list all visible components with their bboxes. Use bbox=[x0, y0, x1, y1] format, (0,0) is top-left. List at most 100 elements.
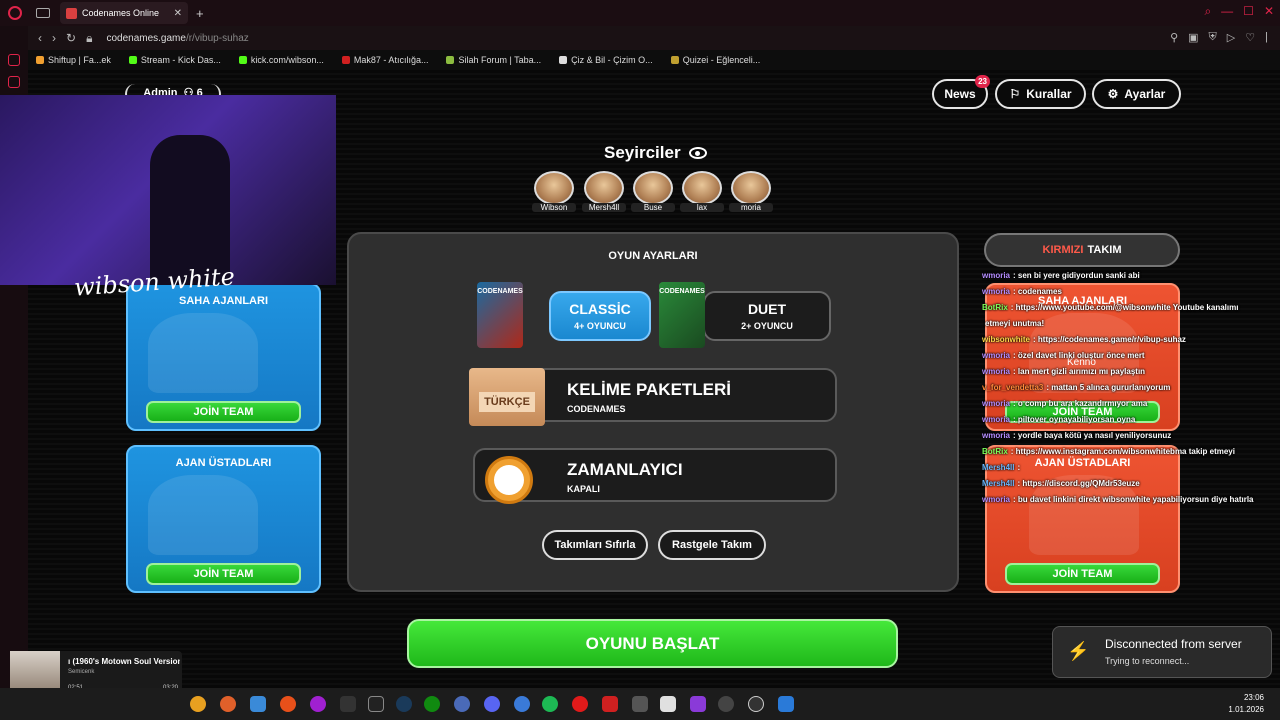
popcorn-icon[interactable] bbox=[660, 696, 676, 712]
spectator-avatar: Mersh4ll bbox=[582, 171, 626, 212]
settings-title: OYUN AYARLARI bbox=[608, 250, 698, 262]
bookmark-favicon-icon bbox=[128, 56, 137, 64]
minimize-icon[interactable]: — bbox=[1221, 4, 1233, 19]
red-team-title: KIRMIZI TAKIM bbox=[984, 233, 1180, 267]
url-field[interactable]: codenames.game/r/vibup-suhaz bbox=[106, 33, 248, 44]
window-icon[interactable] bbox=[250, 696, 266, 712]
maximize-icon[interactable]: ☐ bbox=[1243, 4, 1254, 19]
play-icon[interactable]: ▷ bbox=[1227, 31, 1235, 44]
pin-icon[interactable]: ⚲ bbox=[1170, 31, 1178, 44]
firefox-icon[interactable] bbox=[220, 696, 236, 712]
bookmark-label: Quizei - Eğlenceli... bbox=[682, 55, 761, 65]
close-window-icon[interactable]: ✕ bbox=[1264, 4, 1274, 19]
shield-icon[interactable]: ⛨ bbox=[1209, 31, 1217, 44]
browser-tab[interactable]: Codenames Online ✕ bbox=[60, 2, 188, 24]
reset-teams-button[interactable]: Takımları Sıfırla bbox=[542, 530, 648, 560]
discord-icon[interactable] bbox=[484, 696, 500, 712]
tab-manager-icon[interactable] bbox=[36, 8, 50, 18]
chat-user: wmoria bbox=[982, 271, 1011, 280]
bookmark-item[interactable]: Shiftup | Fa...ek bbox=[36, 55, 111, 65]
agent-illustration bbox=[148, 475, 258, 555]
back-icon[interactable]: ‹ bbox=[38, 31, 42, 45]
opera-gx-icon[interactable] bbox=[310, 696, 326, 712]
bookmark-item[interactable]: Quizei - Eğlenceli... bbox=[670, 55, 761, 65]
netflix-icon[interactable] bbox=[602, 696, 618, 712]
bookmark-item[interactable]: Silah Forum | Taba... bbox=[446, 55, 541, 65]
camera-icon[interactable]: ▣ bbox=[1188, 31, 1198, 44]
gear-icon: ⚙ bbox=[1107, 87, 1119, 101]
spectator-avatar: Buse bbox=[631, 171, 675, 212]
random-teams-button[interactable]: Rastgele Takım bbox=[658, 530, 766, 560]
chat-message: wmoria: bu davet linkini direkt wibsonwh… bbox=[982, 492, 1280, 508]
avatar bbox=[633, 171, 673, 205]
chat-message: etmeyi unutma! bbox=[982, 316, 1280, 332]
chat-user: v_for_vendetta3 bbox=[982, 383, 1044, 392]
heart-icon[interactable]: ♡ bbox=[1245, 31, 1255, 44]
chat-text: : bbox=[1017, 463, 1021, 472]
start-game-button[interactable]: OYUNU BAŞLAT bbox=[407, 619, 898, 668]
new-tab-icon[interactable]: + bbox=[196, 6, 204, 21]
stream-chat-overlay: wmoria: sen bi yere gidiyordun sanki abi… bbox=[982, 268, 1280, 508]
bookmark-icon: ⚐ bbox=[1009, 87, 1021, 101]
chat-text: : https://www.youtube.com/@wibsonwhite Y… bbox=[1010, 303, 1239, 312]
settings-button[interactable]: ⚙ Ayarlar bbox=[1092, 79, 1181, 109]
bookmark-favicon-icon bbox=[36, 56, 44, 64]
clock-time: 23:06 bbox=[1243, 693, 1264, 702]
xbox-icon[interactable] bbox=[424, 696, 440, 712]
url-host: codenames.game bbox=[106, 32, 186, 44]
avatar bbox=[731, 171, 771, 205]
bookmark-label: Shiftup | Fa...ek bbox=[48, 55, 111, 65]
close-tab-icon[interactable]: ✕ bbox=[174, 8, 182, 19]
chat-text: : https://discord.gg/QMdr53euze bbox=[1017, 479, 1140, 488]
duet-mode-button[interactable]: DUET 2+ OYUNCU bbox=[703, 291, 831, 341]
word-packs-title: KELİME PAKETLERİ bbox=[567, 380, 732, 399]
bookmarks-bar: Shiftup | Fa...ek Stream - Kick Das... k… bbox=[28, 50, 1280, 70]
reload-icon[interactable]: ↻ bbox=[66, 31, 76, 45]
rules-button[interactable]: ⚐ Kurallar bbox=[995, 79, 1086, 109]
browser-tab-bar: Codenames Online ✕ + ⌕ — ☐ ✕ bbox=[0, 0, 1280, 26]
steam-icon[interactable] bbox=[396, 696, 412, 712]
app-icon[interactable] bbox=[778, 696, 794, 712]
app-icon[interactable] bbox=[718, 696, 734, 712]
app-icon[interactable] bbox=[690, 696, 706, 712]
app-icon[interactable] bbox=[632, 696, 648, 712]
blue-spymasters-join-button[interactable]: JOİN TEAM bbox=[146, 563, 301, 585]
chat-text: : yordle baya kötü ya nasıl yeniliyorsun… bbox=[1013, 431, 1172, 440]
opera-logo-icon[interactable] bbox=[8, 6, 22, 20]
chat-message: wmoria: lan mert gizli aırımızı mı payla… bbox=[982, 364, 1280, 380]
bookmark-item[interactable]: Çiz & Bil - Çizim O... bbox=[559, 55, 653, 65]
windows-taskbar: 23:06 1.01.2026 bbox=[0, 688, 1280, 720]
epic-games-icon[interactable] bbox=[368, 696, 384, 712]
bookmark-item[interactable]: Stream - Kick Das... bbox=[128, 55, 221, 65]
bookmark-item[interactable]: Mak87 - Atıcılığa... bbox=[341, 55, 428, 65]
forward-icon[interactable]: › bbox=[52, 31, 56, 45]
youtube-icon[interactable] bbox=[572, 696, 588, 712]
timer-sub: KAPALI bbox=[567, 484, 600, 494]
app-icon[interactable] bbox=[454, 696, 470, 712]
chrome-icon[interactable] bbox=[190, 696, 206, 712]
address-bar-actions: ⚲ ▣ ⛨ ▷ ♡ | bbox=[1170, 31, 1268, 44]
chat-user: BotRix bbox=[982, 447, 1008, 456]
bookmark-item[interactable]: kick.com/wibson... bbox=[238, 55, 324, 65]
classic-mode-button[interactable]: CLASSİC 4+ OYUNCU bbox=[549, 291, 651, 341]
sidebar-workspace-icon[interactable] bbox=[8, 76, 20, 88]
app-icon[interactable] bbox=[280, 696, 296, 712]
sidebar-aria-icon[interactable] bbox=[8, 54, 20, 66]
chatgpt-icon[interactable] bbox=[748, 696, 764, 712]
menu-icon[interactable]: | bbox=[1265, 31, 1268, 44]
app-icon[interactable] bbox=[514, 696, 530, 712]
red-spymasters-join-button[interactable]: JOİN TEAM bbox=[1005, 563, 1160, 585]
news-button[interactable]: News 23 bbox=[932, 75, 990, 109]
amazon-icon[interactable] bbox=[340, 696, 356, 712]
blue-operatives-join-button[interactable]: JOİN TEAM bbox=[146, 401, 301, 423]
search-icon[interactable]: ⌕ bbox=[1204, 4, 1211, 19]
spectator-name: Wibson bbox=[532, 203, 576, 212]
spectator-avatar: lax bbox=[680, 171, 724, 212]
spectator-name: lax bbox=[680, 203, 724, 212]
spotify-icon[interactable] bbox=[542, 696, 558, 712]
bookmark-label: kick.com/wibson... bbox=[250, 55, 324, 65]
chat-message: wmoria: yordle baya kötü ya nasıl yenili… bbox=[982, 428, 1280, 444]
chat-text: : mattan 5 alınca gururlanıyorum bbox=[1046, 383, 1171, 392]
system-clock[interactable]: 23:06 1.01.2026 bbox=[1228, 692, 1264, 716]
chat-user: BotRix bbox=[982, 303, 1008, 312]
